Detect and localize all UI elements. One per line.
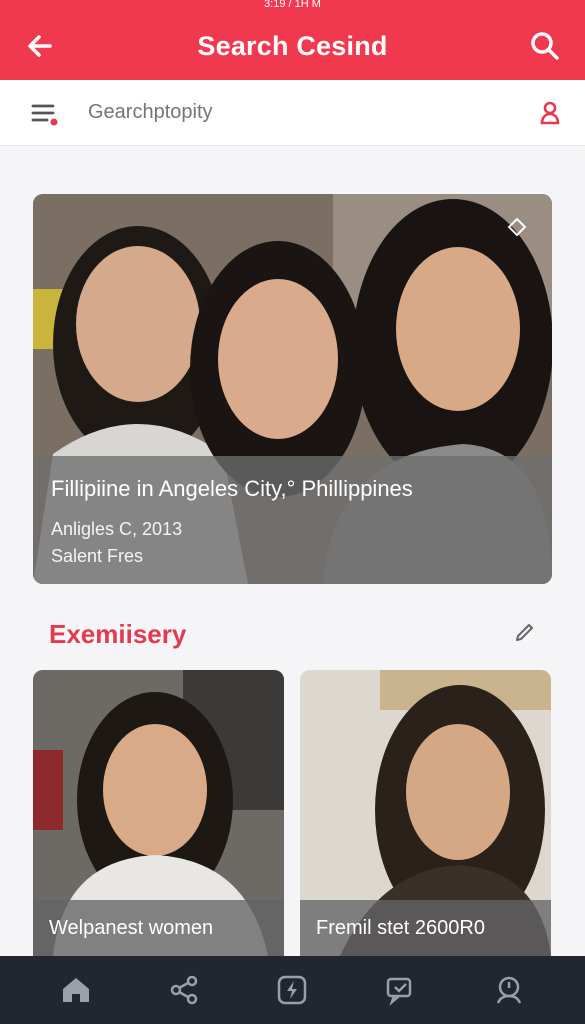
card-caption: Fremil stet 2600R0: [300, 900, 551, 956]
support-icon[interactable]: [484, 965, 534, 1015]
arrow-left-icon[interactable]: [18, 24, 62, 68]
featured-title: Fillipiine in Angeles City,° Phillippine…: [51, 476, 413, 501]
diamond-icon[interactable]: [506, 216, 528, 243]
card-caption: Welpanest women: [33, 900, 284, 956]
section-header: Exemiisery: [49, 614, 537, 654]
pencil-icon[interactable]: [513, 620, 537, 649]
home-icon[interactable]: [51, 965, 101, 1015]
status-bar: 3:19 / 1H M: [0, 0, 585, 12]
featured-card[interactable]: Fillipiine in Angeles City,° Phillippine…: [33, 194, 552, 584]
section-title: Exemiisery: [49, 618, 187, 649]
profile-card[interactable]: Welpanest women: [33, 670, 284, 956]
filter-menu-icon[interactable]: [30, 98, 60, 128]
featured-subtitle: Anligles C, 2013: [51, 519, 183, 539]
search-input[interactable]: [88, 101, 535, 124]
page-title: Search Cesind: [197, 30, 388, 61]
user-icon[interactable]: [535, 98, 565, 128]
status-time: 3:19 / 1H M: [264, 0, 321, 10]
featured-caption: Fillipiine in Angeles City,° Phillippine…: [33, 456, 552, 584]
bolt-icon[interactable]: [267, 965, 317, 1015]
profile-card[interactable]: Fremil stet 2600R0: [300, 670, 551, 956]
bottom-nav: [0, 956, 585, 1024]
app-bar: Search Cesind: [0, 12, 585, 80]
featured-meta: Salent Fres: [51, 546, 144, 566]
search-bar: [0, 80, 585, 146]
search-icon[interactable]: [523, 24, 567, 68]
share-icon[interactable]: [159, 965, 209, 1015]
chat-icon[interactable]: [376, 965, 426, 1015]
